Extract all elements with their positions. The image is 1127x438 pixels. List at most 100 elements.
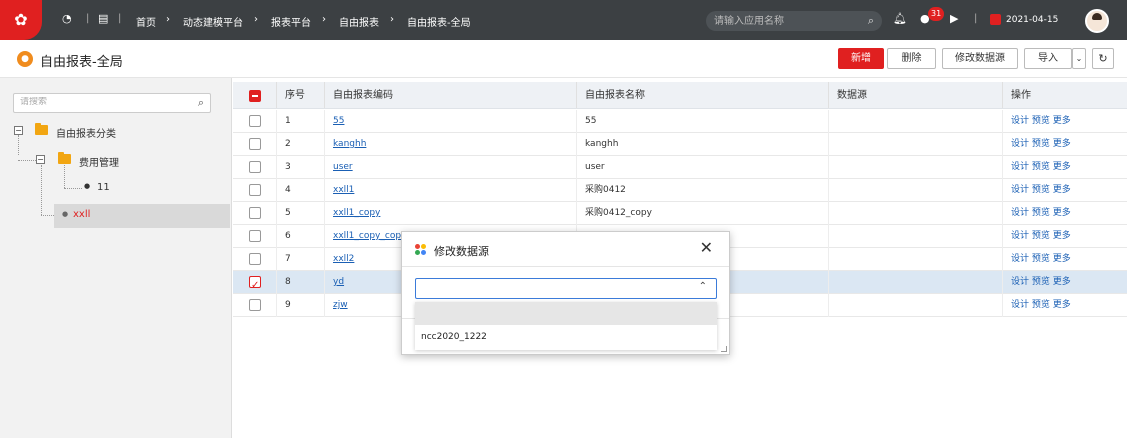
row-checkbox[interactable]	[249, 115, 261, 127]
tree-node-root[interactable]: 自由报表分类	[56, 125, 116, 140]
bell-icon[interactable]: 🔔︎	[893, 12, 907, 25]
preview-link[interactable]: 预览	[1032, 116, 1050, 126]
chevron-right-icon: ›	[166, 14, 170, 25]
report-code-link[interactable]: yd	[333, 277, 344, 287]
cell-name: user	[577, 156, 829, 179]
collapse-icon[interactable]: −	[14, 126, 23, 135]
search-icon[interactable]: ⌕	[868, 14, 874, 28]
table-row[interactable]: 3 user user 设计 预览 更多	[233, 156, 1127, 179]
dropdown-option-empty[interactable]	[415, 302, 717, 325]
chevron-up-icon[interactable]: ⌃	[699, 281, 707, 292]
import-dropdown-chevron-icon[interactable]: ⌄	[1072, 48, 1086, 69]
design-link[interactable]: 设计	[1011, 208, 1029, 218]
more-link[interactable]: 更多	[1053, 254, 1071, 264]
table-row[interactable]: 4 xxll1 采购0412 设计 预览 更多	[233, 179, 1127, 202]
design-link[interactable]: 设计	[1011, 300, 1029, 310]
breadcrumb-modeling[interactable]: 动态建模平台	[183, 14, 243, 29]
import-button[interactable]: 导入	[1024, 48, 1072, 69]
design-link[interactable]: 设计	[1011, 116, 1029, 126]
collapse-icon[interactable]: −	[36, 155, 45, 164]
cell-actions: 设计 预览 更多	[1003, 294, 1127, 317]
tree-node-xxll[interactable]: xxll	[73, 209, 90, 220]
video-icon[interactable]: ▶	[950, 12, 958, 25]
report-code-link[interactable]: zjw	[333, 300, 348, 310]
table-row[interactable]: 2 kanghh kanghh 设计 预览 更多	[233, 133, 1127, 156]
report-code-link[interactable]: xxll1_copy	[333, 208, 380, 218]
design-link[interactable]: 设计	[1011, 185, 1029, 195]
preview-link[interactable]: 预览	[1032, 300, 1050, 310]
cell-no: 8	[277, 271, 325, 294]
breadcrumb-report-platform[interactable]: 报表平台	[271, 14, 311, 29]
add-button[interactable]: 新增	[838, 48, 884, 69]
select-all-checkbox[interactable]	[249, 90, 261, 102]
report-code-link[interactable]: kanghh	[333, 139, 366, 149]
preview-link[interactable]: 预览	[1032, 277, 1050, 287]
preview-link[interactable]: 预览	[1032, 139, 1050, 149]
row-checkbox[interactable]	[249, 207, 261, 219]
folder-icon	[35, 123, 48, 135]
app-search-input[interactable]	[714, 14, 854, 28]
design-link[interactable]: 设计	[1011, 162, 1029, 172]
dropdown-option[interactable]: ncc2020_1222	[415, 326, 717, 349]
row-checkbox[interactable]	[249, 299, 261, 311]
cell-no: 9	[277, 294, 325, 317]
refresh-icon[interactable]: ↻	[1092, 48, 1114, 69]
table-row[interactable]: 1 55 55 设计 预览 更多	[233, 110, 1127, 133]
clock-icon[interactable]: ◔	[62, 12, 72, 25]
report-code-link[interactable]: user	[333, 162, 353, 172]
datasource-select[interactable]: ⌃	[415, 278, 717, 299]
more-link[interactable]: 更多	[1053, 231, 1071, 241]
more-link[interactable]: 更多	[1053, 162, 1071, 172]
cell-datasource	[829, 248, 1003, 271]
chevron-right-icon: ›	[390, 14, 394, 25]
preview-link[interactable]: 预览	[1032, 162, 1050, 172]
design-link[interactable]: 设计	[1011, 254, 1029, 264]
tree-node-expense[interactable]: 费用管理	[79, 154, 119, 169]
document-icon[interactable]: ▤	[98, 12, 108, 25]
current-date[interactable]: 2021-04-15	[1006, 15, 1058, 25]
row-checkbox[interactable]	[249, 161, 261, 173]
app-logo-icon[interactable]: ✿	[0, 0, 42, 40]
col-header-datasource[interactable]: 数据源	[829, 82, 1003, 108]
preview-link[interactable]: 预览	[1032, 231, 1050, 241]
more-link[interactable]: 更多	[1053, 139, 1071, 149]
report-code-link[interactable]: xxll1_copy_cop	[333, 231, 401, 241]
avatar[interactable]	[1085, 9, 1109, 33]
more-link[interactable]: 更多	[1053, 208, 1071, 218]
delete-button[interactable]: 删除	[887, 48, 936, 69]
row-select-cell	[233, 225, 277, 248]
report-code-link[interactable]: 55	[333, 116, 344, 126]
row-checkbox[interactable]	[249, 274, 261, 294]
search-icon[interactable]: ⌕	[198, 96, 204, 110]
table-row[interactable]: 5 xxll1_copy 采购0412_copy 设计 预览 更多	[233, 202, 1127, 225]
preview-link[interactable]: 预览	[1032, 208, 1050, 218]
more-link[interactable]: 更多	[1053, 277, 1071, 287]
row-checkbox[interactable]	[249, 230, 261, 242]
col-header-name[interactable]: 自由报表名称	[577, 82, 829, 108]
tree-node-11[interactable]: 11	[97, 182, 110, 193]
tree-search-input[interactable]	[20, 97, 180, 107]
notification-badge: 31	[928, 7, 945, 21]
breadcrumb-free-report[interactable]: 自由报表	[339, 14, 379, 29]
resize-handle-icon[interactable]	[721, 346, 727, 352]
modify-datasource-button[interactable]: 修改数据源	[942, 48, 1018, 69]
more-link[interactable]: 更多	[1053, 116, 1071, 126]
design-link[interactable]: 设计	[1011, 277, 1029, 287]
breadcrumb-home[interactable]: 首页	[136, 14, 156, 29]
row-checkbox[interactable]	[249, 138, 261, 150]
row-checkbox[interactable]	[249, 184, 261, 196]
report-code-link[interactable]: xxll1	[333, 185, 354, 195]
cell-code: user	[325, 156, 577, 179]
col-header-code[interactable]: 自由报表编码	[325, 82, 577, 108]
design-link[interactable]: 设计	[1011, 231, 1029, 241]
more-link[interactable]: 更多	[1053, 300, 1071, 310]
cell-no: 2	[277, 133, 325, 156]
preview-link[interactable]: 预览	[1032, 185, 1050, 195]
report-code-link[interactable]: xxll2	[333, 254, 354, 264]
row-checkbox[interactable]	[249, 253, 261, 265]
more-link[interactable]: 更多	[1053, 185, 1071, 195]
design-link[interactable]: 设计	[1011, 139, 1029, 149]
close-icon[interactable]: ✕	[700, 238, 713, 257]
calendar-icon	[990, 14, 1001, 25]
preview-link[interactable]: 预览	[1032, 254, 1050, 264]
